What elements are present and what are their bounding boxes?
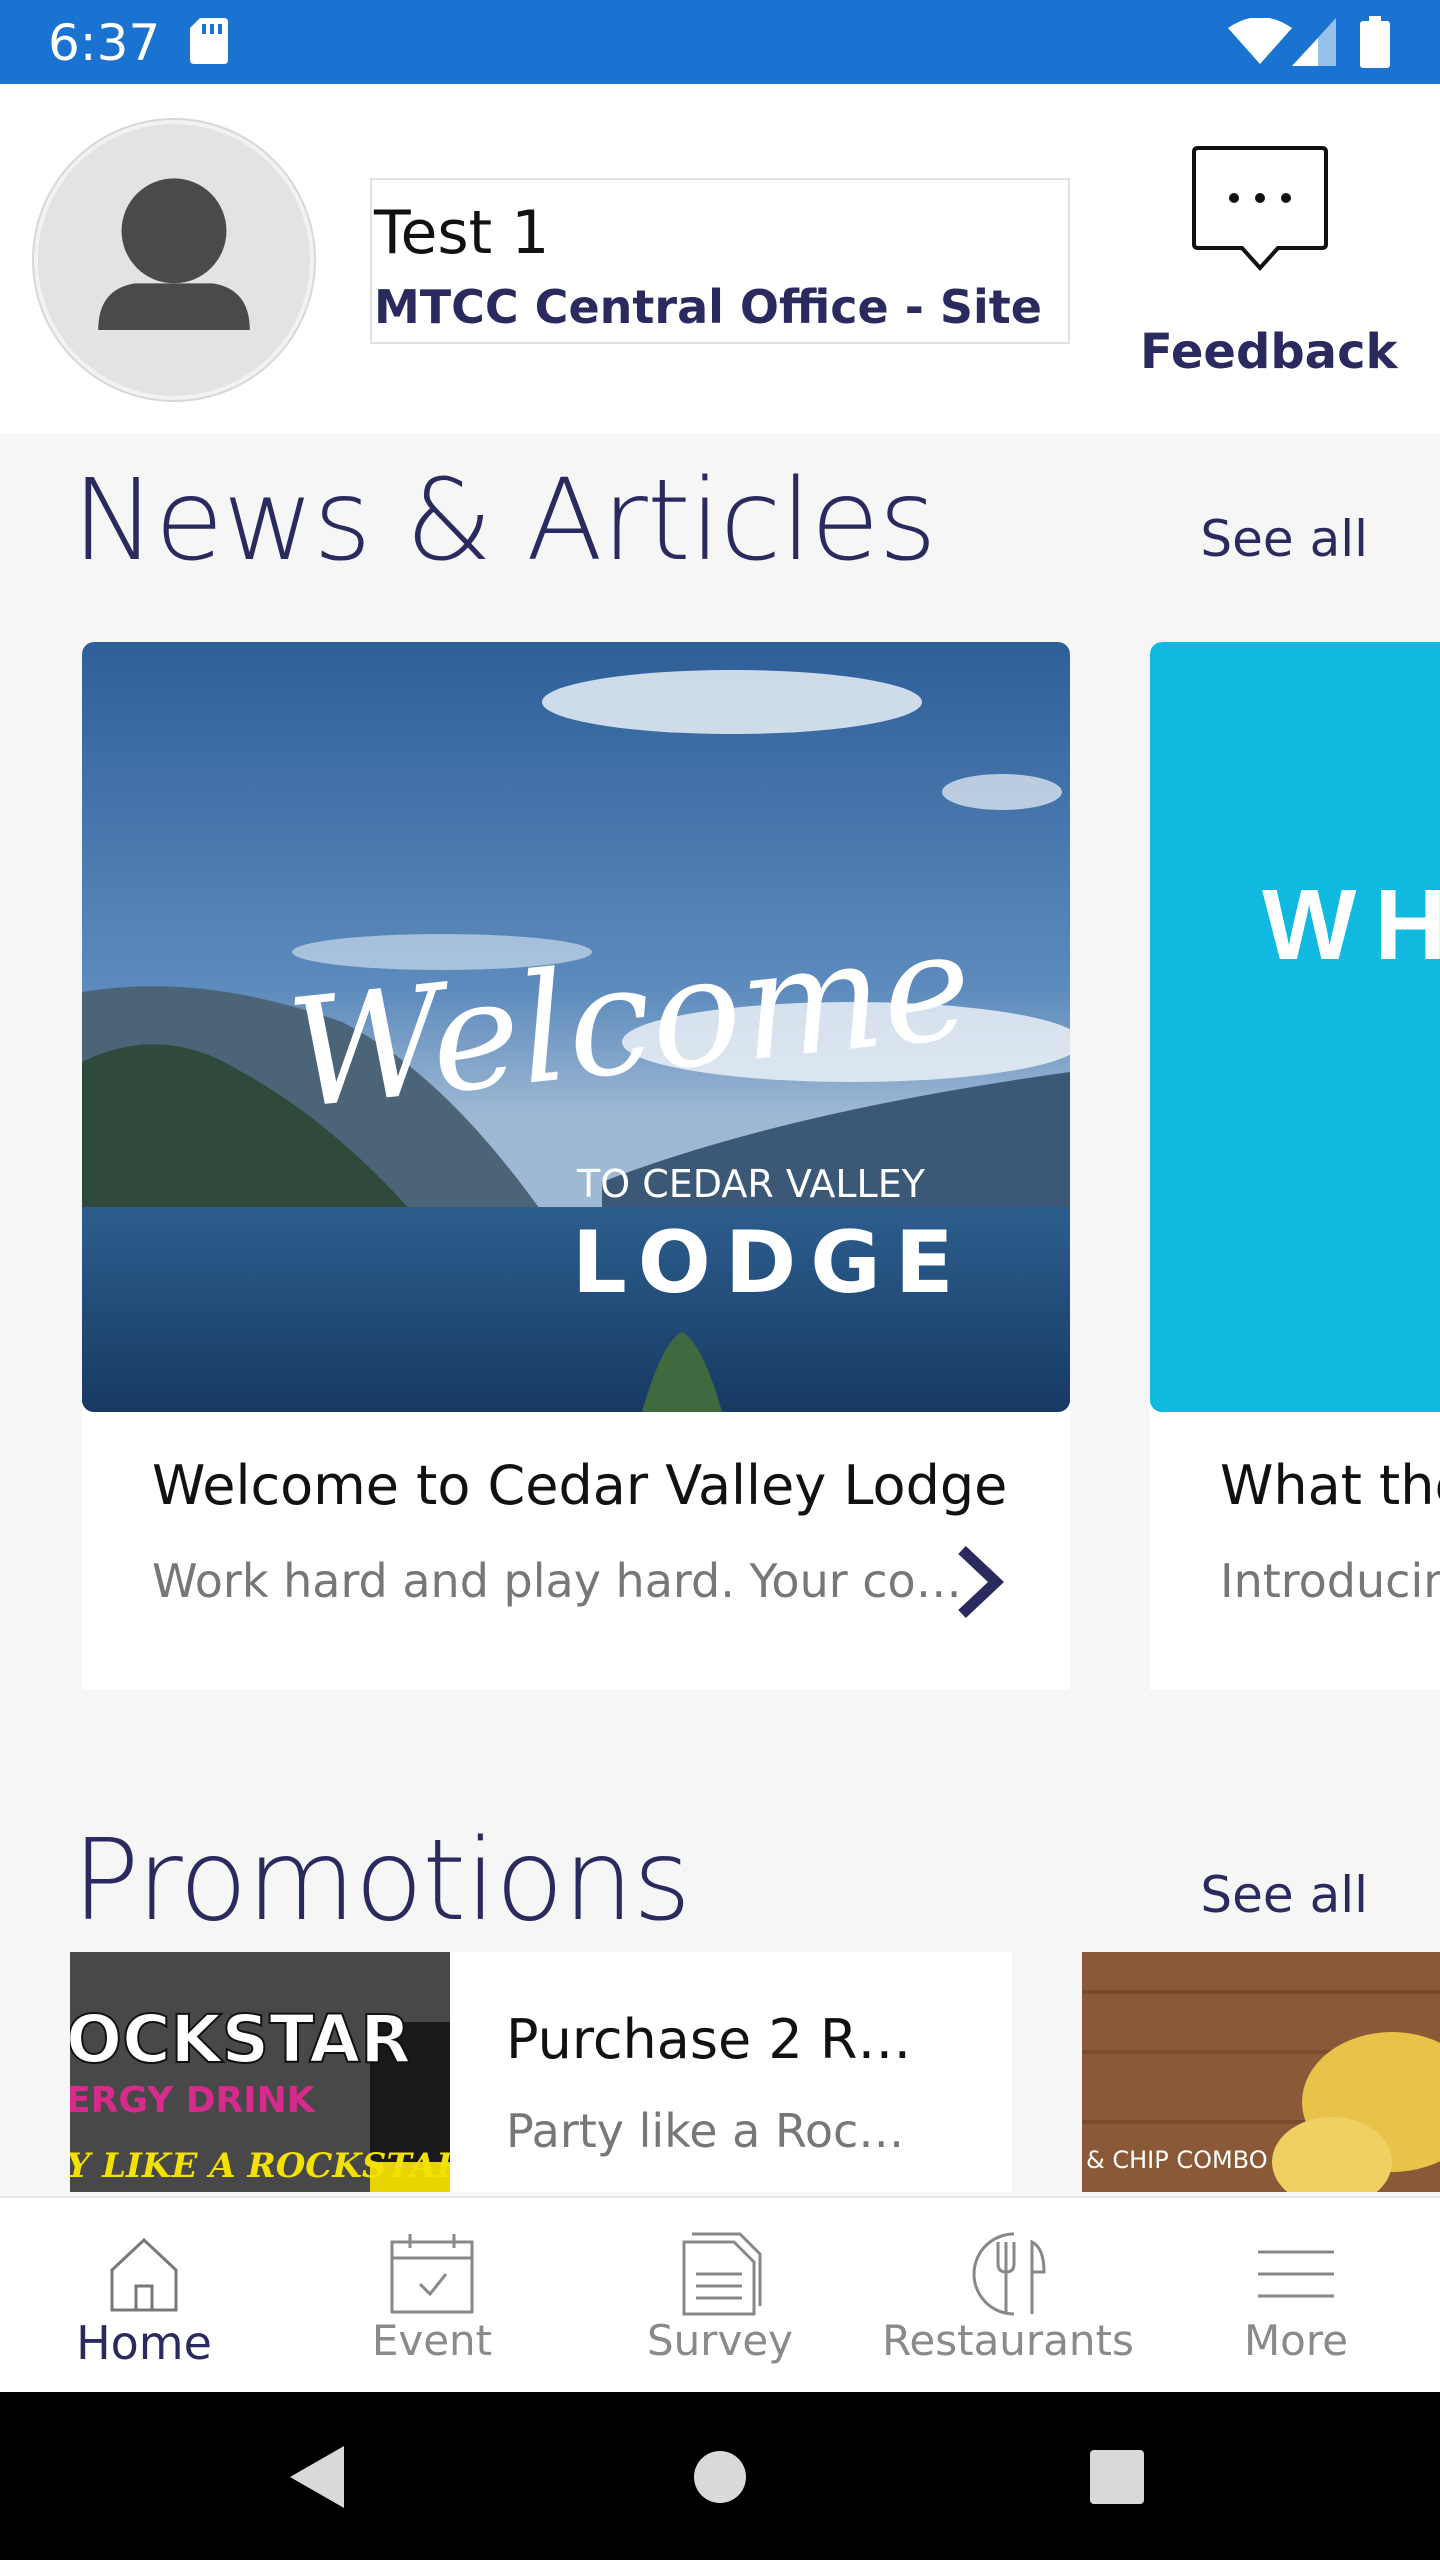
chevron-right-icon[interactable]	[950, 1544, 1010, 1620]
news-card-image: WHA	[1150, 642, 1440, 1412]
news-card-title: Welcome to Cedar Valley Lodge	[152, 1454, 1008, 1517]
home-button-icon[interactable]	[685, 2442, 755, 2512]
news-see-all-link[interactable]: See all	[1200, 510, 1368, 568]
promotions-see-all-link[interactable]: See all	[1200, 1866, 1368, 1924]
lodge-text: LODGE	[572, 1213, 968, 1313]
system-navigation-bar	[0, 2392, 1440, 2560]
survey-icon	[682, 2232, 762, 2316]
nav-home[interactable]: Home	[0, 2198, 288, 2394]
news-image-text: WHA	[1262, 869, 1440, 981]
news-card-description: Work hard and play hard. Your co…	[152, 1554, 962, 1608]
nav-home-label: Home	[76, 2316, 212, 2370]
user-name: Test 1	[374, 198, 550, 268]
news-card-description: Introducin	[1220, 1554, 1440, 1608]
nav-restaurants[interactable]: Restaurants	[864, 2198, 1152, 2394]
feedback-button[interactable]: Feedback	[1140, 144, 1398, 394]
news-card-title: What the	[1220, 1454, 1440, 1517]
nav-survey-label: Survey	[646, 2316, 794, 2365]
screen: 6:37 Test 1 MTCC Central Office - Site F…	[0, 0, 1440, 2560]
home-icon	[110, 2237, 178, 2312]
promotion-title: Purchase 2 R…	[506, 2008, 912, 2071]
bottom-navigation: Home Event Survey Restaurants More	[0, 2196, 1440, 2392]
wifi-icon	[1228, 18, 1292, 64]
nav-survey[interactable]: Survey	[576, 2198, 864, 2394]
promotion-card[interactable]: & CHIP COMBO	[1082, 1952, 1440, 2192]
nav-restaurants-label: Restaurants	[882, 2316, 1134, 2365]
user-info-box: Test 1 MTCC Central Office - Site	[370, 178, 1070, 344]
promo-image-line2: ERGY DRINK	[70, 2080, 316, 2121]
user-site[interactable]: MTCC Central Office - Site	[374, 280, 1042, 334]
nav-more-label: More	[1243, 2316, 1349, 2365]
nav-more[interactable]: More	[1152, 2198, 1440, 2394]
recents-icon[interactable]	[1082, 2442, 1152, 2512]
back-icon[interactable]	[282, 2442, 352, 2512]
news-section-title: News & Articles	[72, 456, 937, 586]
promotions-section-title: Promotions	[72, 1816, 691, 1946]
profile-header: Test 1 MTCC Central Office - Site Feedba…	[0, 84, 1440, 434]
news-card[interactable]: Welcome TO CEDAR VALLEY LODGE Welcome to…	[82, 642, 1070, 1690]
cedar-valley-text: TO CEDAR VALLEY	[576, 1162, 926, 1206]
feedback-label: Feedback	[1140, 324, 1398, 380]
nav-event[interactable]: Event	[288, 2198, 576, 2394]
chat-bubble-icon	[1192, 146, 1328, 271]
promotion-image: OCKSTAR ERGY DRINK Y LIKE A ROCKSTAR	[70, 1952, 450, 2192]
menu-icon	[1258, 2250, 1334, 2298]
status-time: 6:37	[48, 14, 161, 72]
sd-card-icon	[190, 18, 228, 64]
news-card[interactable]: WHA What the Introducin	[1150, 642, 1440, 1690]
cell-signal-icon	[1292, 18, 1336, 66]
promo-image-text: & CHIP COMBO	[1086, 2146, 1268, 2174]
promotion-image: & CHIP COMBO	[1082, 1952, 1440, 2192]
nav-event-label: Event	[371, 2316, 493, 2365]
person-icon	[98, 178, 250, 330]
promotion-card[interactable]: OCKSTAR ERGY DRINK Y LIKE A ROCKSTAR Pur…	[70, 1952, 1012, 2192]
promo-image-line1: OCKSTAR	[70, 2001, 411, 2078]
restaurant-icon	[972, 2232, 1046, 2316]
news-card-image: Welcome TO CEDAR VALLEY LODGE	[82, 642, 1070, 1412]
battery-icon	[1360, 16, 1390, 68]
promo-image-line3: Y LIKE A ROCKSTAR	[70, 2146, 450, 2186]
avatar[interactable]	[34, 120, 314, 400]
calendar-icon	[390, 2234, 474, 2314]
status-bar: 6:37	[0, 0, 1440, 84]
promotion-description: Party like a Roc…	[506, 2104, 905, 2158]
